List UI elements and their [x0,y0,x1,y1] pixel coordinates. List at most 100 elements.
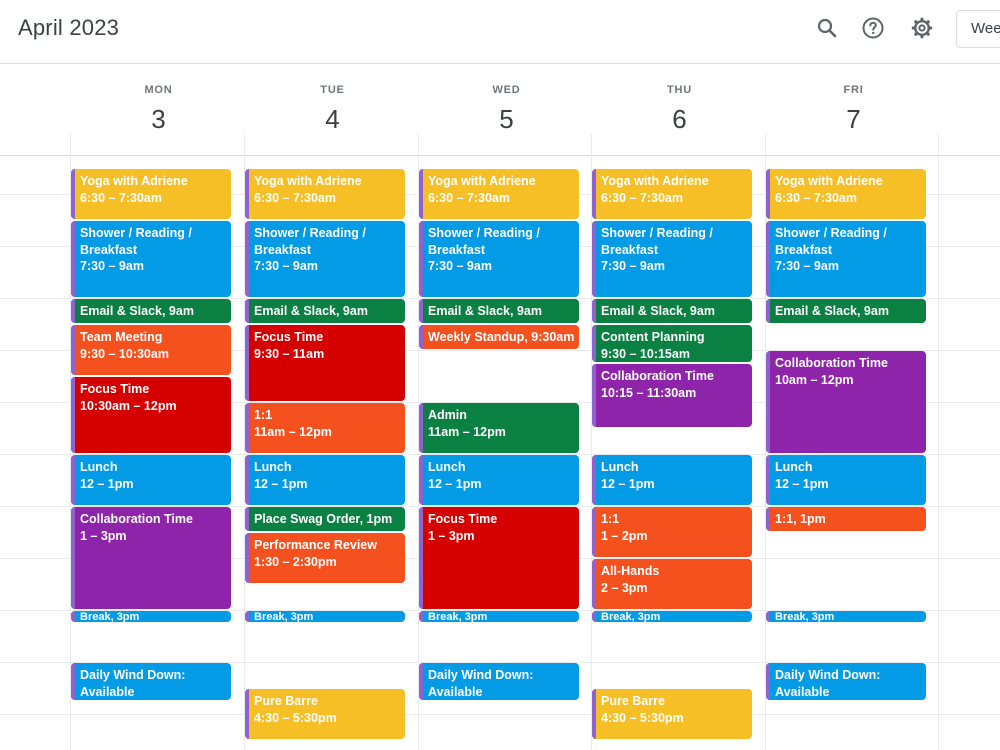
calendar-event[interactable]: Weekly Standup, 9:30am [419,325,579,349]
event-title: Content Planning [601,330,705,344]
event-title: Lunch [428,460,466,474]
event-time: 12 – 1pm [80,476,134,491]
calendar-event[interactable]: Yoga with Adriene 6:30 – 7:30am [766,169,926,219]
calendar-event[interactable]: Email & Slack, 9am [71,299,231,323]
calendar-event[interactable]: Break, 3pm [71,611,231,622]
header-column-divider [70,134,71,156]
calendar-event[interactable]: 1:1, 1pm [766,507,926,531]
event-title: Lunch [80,460,118,474]
calendar-event[interactable]: Lunch 12 – 1pm [419,455,579,505]
calendar-event[interactable]: Performance Review 1:30 – 2:30pm [245,533,405,583]
event-title: Yoga with Adriene [80,174,188,188]
header-column-divider [244,134,245,156]
event-time: 7:30 – 9am [80,259,144,273]
event-time: 1:30 – 2:30pm [254,554,337,569]
event-time: 1 – 3pm [80,528,127,543]
event-title: Shower / Reading / Breakfast [601,226,713,257]
day-number[interactable]: 4 [246,104,419,135]
event-time: 10:15 – 11:30am [601,385,697,400]
event-time: 6:30 – 7:30am [428,190,511,205]
calendar-event[interactable]: Email & Slack, 9am [419,299,579,323]
calendar-event[interactable]: Shower / Reading / Breakfast 7:30 – 9am [245,221,405,297]
calendar-event[interactable]: Email & Slack, 9am [592,299,752,323]
event-title: Focus Time [428,512,498,526]
calendar-event[interactable]: Break, 3pm [592,611,752,622]
event-time: 4:30 – 5:30pm [601,710,684,725]
day-header-wed[interactable]: WED 5 [420,64,593,134]
day-header-mon[interactable]: MON 3 [72,64,245,134]
calendar-event[interactable]: Lunch 12 – 1pm [592,455,752,505]
calendar-event[interactable]: Yoga with Adriene 6:30 – 7:30am [245,169,405,219]
day-number[interactable]: 6 [593,104,766,135]
event-title: 1:1 [601,512,620,526]
event-title: Weekly Standup, 9:30am [428,330,575,344]
day-number[interactable]: 5 [420,104,593,135]
week-grid[interactable]: Yoga with Adriene 6:30 – 7:30am Shower / R… [0,156,1000,750]
calendar-event[interactable]: Place Swag Order, 1pm [245,507,405,531]
calendar-event[interactable]: Collaboration Time 1 – 3pm [71,507,231,609]
day-name: TUE [320,84,345,96]
event-title: Email & Slack, 9am [601,304,715,318]
event-title: Collaboration Time [601,369,714,383]
calendar-event[interactable]: Daily Wind Down: Available4 – 4:45pm [766,663,926,700]
event-time: 1 – 3pm [428,528,475,543]
calendar-event[interactable]: Shower / Reading / Breakfast 7:30 – 9am [766,221,926,297]
calendar-event[interactable]: Yoga with Adriene 6:30 – 7:30am [592,169,752,219]
event-time: 4:30 – 5:30pm [254,710,337,725]
event-time: 6:30 – 7:30am [775,190,858,205]
calendar-event[interactable]: Break, 3pm [419,611,579,622]
calendar-event[interactable]: Focus Time 10:30am – 12pm [71,377,231,453]
calendar-event[interactable]: Collaboration Time 10am – 12pm [766,351,926,453]
help-button[interactable] [857,12,889,44]
calendar-event[interactable]: Yoga with Adriene 6:30 – 7:30am [419,169,579,219]
calendar-event[interactable]: Email & Slack, 9am [766,299,926,323]
event-title: Collaboration Time [80,512,193,526]
calendar-event[interactable]: Admin 11am – 12pm [419,403,579,453]
day-header-fri[interactable]: FRI 7 [767,64,940,134]
event-title: Break, 3pm [428,611,488,622]
event-time: 6:30 – 7:30am [254,190,337,205]
event-title: 1:1, 1pm [775,512,826,526]
calendar-event[interactable]: Collaboration Time 10:15 – 11:30am [592,364,752,427]
calendar-event[interactable]: Focus Time 9:30 – 11am [245,325,405,401]
search-button[interactable] [811,12,843,44]
calendar-event[interactable]: Shower / Reading / Breakfast 7:30 – 9am [592,221,752,297]
event-time: 9:30 – 10:30am [80,346,169,361]
calendar-event[interactable]: Content Planning 9:30 – 10:15am [592,325,752,362]
event-title: Email & Slack, 9am [80,304,194,318]
event-time: 9:30 – 10:15am [601,346,690,361]
day-number[interactable]: 3 [72,104,245,135]
event-time: 7:30 – 9am [601,259,665,273]
day-header-tue[interactable]: TUE 4 [246,64,419,134]
header-column-divider [938,134,939,156]
calendar-event[interactable]: 1:1 11am – 12pm [245,403,405,453]
calendar-event[interactable]: Team Meeting 9:30 – 10:30am [71,325,231,375]
calendar-event[interactable]: Pure Barre 4:30 – 5:30pm [245,689,405,739]
calendar-event[interactable]: Focus Time 1 – 3pm [419,507,579,609]
calendar-event[interactable]: 1:1 1 – 2pm [592,507,752,557]
calendar-event[interactable]: Lunch 12 – 1pm [766,455,926,505]
calendar-event[interactable]: Break, 3pm [245,611,405,622]
settings-button[interactable] [906,12,938,44]
event-title: Email & Slack, 9am [775,304,889,318]
calendar-event[interactable]: Lunch 12 – 1pm [71,455,231,505]
calendar-event[interactable]: Email & Slack, 9am [245,299,405,323]
day-name: THU [666,84,692,96]
view-switcher-button[interactable]: Week [956,10,1000,48]
calendar-event[interactable]: Pure Barre 4:30 – 5:30pm [592,689,752,739]
calendar-event[interactable]: Break, 3pm [766,611,926,622]
event-title: Break, 3pm [254,611,314,622]
day-number[interactable]: 7 [767,104,940,135]
calendar-event[interactable]: Shower / Reading / Breakfast 7:30 – 9am [419,221,579,297]
calendar-event[interactable]: Shower / Reading / Breakfast 7:30 – 9am [71,221,231,297]
help-icon [862,17,884,39]
event-title: Yoga with Adriene [601,174,709,188]
event-title: Break, 3pm [80,611,140,622]
calendar-event[interactable]: Daily Wind Down: Available4 – 4:45pm [419,663,579,700]
calendar-event[interactable]: Yoga with Adriene 6:30 – 7:30am [71,169,231,219]
calendar-event[interactable]: All-Hands 2 – 3pm [592,559,752,609]
event-title: Place Swag Order, 1pm [254,512,393,526]
day-header-thu[interactable]: THU 6 [593,64,766,134]
calendar-event[interactable]: Daily Wind Down: Available4 – 4:45pm [71,663,231,700]
calendar-event[interactable]: Lunch 12 – 1pm [245,455,405,505]
